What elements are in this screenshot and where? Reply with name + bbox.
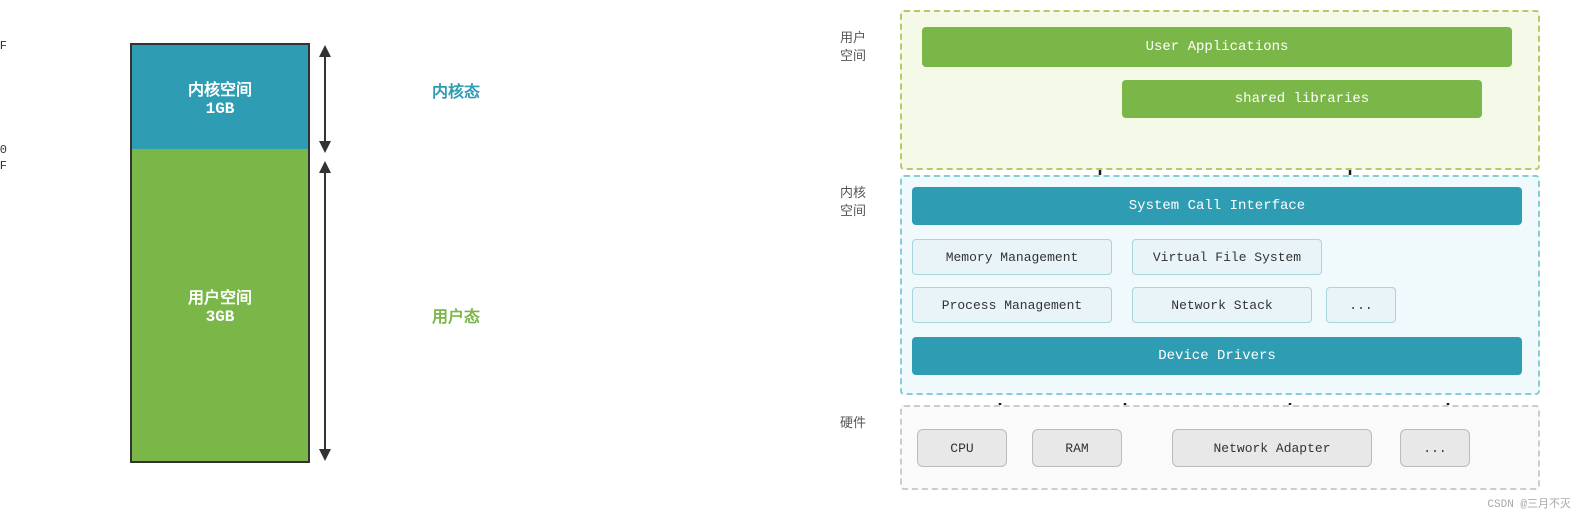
- hardware-box: CPU RAM Network Adapter ...: [900, 405, 1540, 490]
- hardware-dots-block: ...: [1400, 429, 1470, 467]
- user-applications-block: User Applications: [922, 27, 1512, 67]
- proc-mgmt-label: Process Management: [942, 298, 1082, 313]
- left-memory-diagram: 0xFFFFFFFF 0xC0000000 0xBFFFFFFF 0 内核空间 …: [30, 23, 490, 503]
- addr-label-mid2: 0xBFFFFFFF: [0, 159, 7, 173]
- mem-mgmt-label: Memory Management: [946, 250, 1079, 265]
- kernel-label-cn: 内核空间: [188, 76, 252, 100]
- addr-label-top: 0xFFFFFFFF: [0, 39, 7, 53]
- ram-block: RAM: [1032, 429, 1122, 467]
- network-adapter-label: Network Adapter: [1213, 441, 1330, 456]
- net-stack-label: Network Stack: [1171, 298, 1272, 313]
- kernel-space-box: System Call Interface Memory Management …: [900, 175, 1540, 395]
- syscall-block: System Call Interface: [912, 187, 1522, 225]
- device-drivers-label: Device Drivers: [1158, 348, 1276, 364]
- hardware-label: 硬件: [840, 415, 866, 433]
- device-drivers-block: Device Drivers: [912, 337, 1522, 375]
- user-arrow-svg: [310, 161, 340, 461]
- watermark-text: CSDN @三月不灭: [1487, 499, 1571, 511]
- vfs-block: Virtual File System: [1132, 239, 1322, 275]
- vfs-label: Virtual File System: [1153, 250, 1301, 265]
- kernel-arrow-svg: [310, 45, 340, 153]
- ram-label: RAM: [1065, 441, 1088, 456]
- shared-libs-label: shared libraries: [1235, 91, 1369, 107]
- right-architecture-diagram: 用户空间 内核空间 硬件 User Applications shared li…: [840, 10, 1560, 500]
- syscall-label: System Call Interface: [1129, 198, 1305, 214]
- state-user-label: 用户态: [432, 303, 480, 327]
- process-management-block: Process Management: [912, 287, 1112, 323]
- addr-label-mid1: 0xC0000000: [0, 143, 7, 157]
- dots-middle-block: ...: [1326, 287, 1396, 323]
- dots-mid-label: ...: [1349, 298, 1372, 313]
- kernel-label-size: 1GB: [206, 100, 235, 118]
- memory-management-block: Memory Management: [912, 239, 1112, 275]
- user-label-size: 3GB: [206, 308, 235, 326]
- user-space-box: User Applications shared libraries: [900, 10, 1540, 170]
- user-space-label: 用户空间: [840, 30, 866, 66]
- shared-libraries-block: shared libraries: [1122, 80, 1482, 118]
- state-kernel-label: 内核态: [432, 78, 480, 102]
- user-block: 用户空间 3GB: [132, 149, 308, 461]
- network-stack-block: Network Stack: [1132, 287, 1312, 323]
- watermark: CSDN @三月不灭: [1487, 495, 1571, 511]
- cpu-block: CPU: [917, 429, 1007, 467]
- user-label-cn: 用户空间: [188, 284, 252, 308]
- user-apps-label: User Applications: [1146, 39, 1289, 55]
- cpu-label: CPU: [950, 441, 973, 456]
- kernel-space-label: 内核空间: [840, 185, 866, 221]
- kernel-block: 内核空间 1GB: [132, 45, 308, 149]
- hw-dots-label: ...: [1423, 441, 1446, 456]
- memory-chart: 内核空间 1GB 用户空间 3GB: [130, 43, 310, 463]
- network-adapter-block: Network Adapter: [1172, 429, 1372, 467]
